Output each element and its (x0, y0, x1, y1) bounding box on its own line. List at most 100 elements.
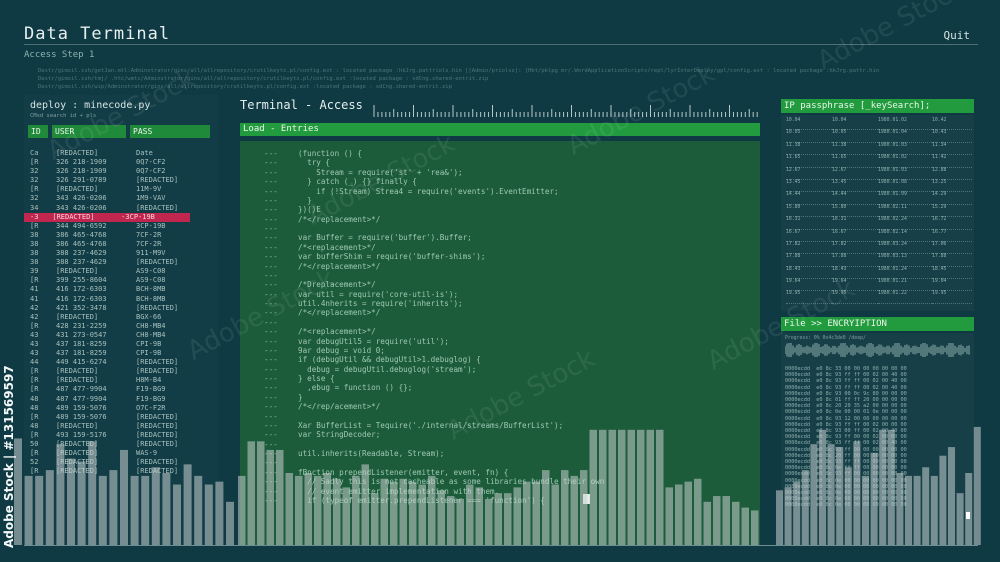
line-marker: --- (264, 252, 278, 262)
table-row[interactable]: [R 493 159-5176 [REDACTED] (30, 431, 218, 440)
code-line: --- 9ar debug = void 0; (264, 346, 604, 355)
table-row[interactable]: 38 386 465-4768 7CF-2R (30, 231, 218, 240)
table-row[interactable]: 38 388 237-4629 [REDACTED] (30, 258, 218, 267)
quit-button[interactable]: Quit (944, 29, 971, 42)
cell-user: 326 291-0789 (56, 176, 107, 185)
cell-user: 416 172-6303 (56, 285, 107, 294)
ip-cell: 17.06 (932, 242, 972, 255)
cell-id: 39 (30, 267, 39, 276)
table-row[interactable]: 52 [REDACTED] [REDACTED] (30, 458, 218, 467)
table-row[interactable]: 48 489 159-5076 O7C-F2R (30, 404, 218, 413)
line-marker: --- (264, 477, 278, 487)
cell-pass: BGX-66 (136, 312, 162, 321)
ip-cell: 17.82 (832, 242, 878, 255)
column-header-id[interactable]: ID (28, 125, 48, 138)
table-row[interactable]: [R [REDACTED] 11M-9V (30, 185, 218, 194)
cell-user: 399 255-8604 (56, 276, 107, 285)
table-row[interactable]: [R 399 255-8604 AS9-C08 (30, 276, 218, 285)
line-marker: --- (264, 392, 278, 402)
ip-cell: 16.67 (832, 230, 878, 242)
cell-user: 386 465-4768 (56, 230, 107, 239)
table-row[interactable]: [R 428 231-2259 CH8-MB4 (30, 322, 218, 331)
table-row[interactable]: -3 [REDACTED] -3CP-19B (24, 212, 190, 222)
cell-pass: Date (136, 149, 153, 157)
line-marker: --- (264, 495, 278, 505)
line-marker: --- (264, 261, 278, 271)
line-marker: --- (264, 374, 278, 383)
load-entries-bar[interactable]: Load - Entries (240, 123, 760, 136)
table-row[interactable]: 32 326 218-1909 0Q7-CF2 (30, 167, 218, 176)
waveform (785, 343, 970, 357)
line-marker: --- (264, 224, 278, 233)
hex-dump: 0000ecdd e0 8c 33 00 00 00 00 00 00 00 00… (785, 366, 973, 509)
code-line: --- /*<replacement>*/ (264, 327, 604, 336)
cell-id: 32 (30, 176, 39, 185)
bottom-divider (24, 545, 978, 546)
cell-id: 48 (30, 394, 39, 403)
code-line: --- fBnction prependListener(emitter, eve… (264, 468, 604, 477)
line-marker: --- (264, 430, 278, 440)
table-row[interactable]: 34 343 426-0206 [REDACTED] (30, 204, 218, 213)
table-row[interactable]: [R [REDACTED] H8M-B4 (30, 376, 218, 385)
line-marker: --- (264, 439, 278, 449)
table-row[interactable]: 48 487 477-9904 F19-BG9 (30, 395, 218, 404)
cell-user: 449 415-6274 (56, 358, 107, 367)
hex-line: 0000ecdd e0 8c 0e 00 00 00 00 00 00 00 (785, 502, 907, 509)
code-text: var StringDecoder; (298, 430, 381, 440)
table-row[interactable]: [R 487 477-9904 F19-BG9 (30, 385, 218, 394)
table-row[interactable]: 41 416 172-6303 BCH-8MB (30, 295, 218, 304)
table-row[interactable]: 50 [REDACTED] [REDACTED] (30, 440, 218, 449)
cell-user: 493 159-5176 (56, 430, 107, 439)
cell-id: [R (30, 430, 39, 439)
cell-user: [REDACTED] (56, 367, 99, 376)
code-text: Xar BufferList = Tequire('./internal/str… (298, 420, 564, 430)
ip-cell: 1980.02.24 (878, 217, 932, 230)
table-row[interactable]: 38 388 237-4629 911-M9V (30, 249, 218, 258)
ip-cell: 10.04 (832, 118, 878, 131)
line-marker: --- (264, 242, 278, 252)
table-row[interactable]: 32 326 291-0789 [REDACTED] (30, 176, 218, 185)
code-line: --- var Buffer = require('buffer').Buffer… (264, 233, 604, 242)
table-row[interactable]: [R [REDACTED] WAS-9 (30, 449, 218, 458)
line-marker: --- (264, 336, 278, 346)
table-row[interactable]: [R 344 494-6592 3CP-19B (30, 222, 218, 231)
cell-user: 343 426-0206 (56, 194, 107, 203)
ip-cell: 16.67 (786, 230, 832, 242)
cell-pass: 0Q7-CF2 (136, 158, 166, 167)
table-row[interactable]: 39 [REDACTED] AS9-C08 (30, 267, 218, 276)
cell-pass: 911-M9V (136, 249, 166, 258)
code-text: /*</replacement>*/ (298, 261, 381, 271)
line-marker: --- (264, 383, 278, 393)
code-line: --- (264, 412, 604, 421)
cell-id: 38 (30, 230, 39, 239)
table-row[interactable]: 44 449 415-6274 [REDACTED] (30, 358, 218, 367)
cell-pass: H8M-B4 (136, 376, 162, 385)
table-row[interactable]: 32 343 426-0206 1M9-VAV (30, 194, 218, 203)
column-header-pass[interactable]: PASS (130, 125, 210, 138)
cell-pass: 0Q7-CF2 (136, 167, 166, 176)
table-row[interactable]: [R [REDACTED] [REDACTED] (30, 367, 218, 376)
code-line: --- var bufferShim = require('buffer-shim… (264, 252, 604, 261)
table-row[interactable]: [R 489 159-5076 [REDACTED] (30, 413, 218, 422)
app-title: Data Terminal (24, 24, 171, 44)
table-row[interactable]: 48 [REDACTED] [REDACTED] (30, 422, 218, 431)
code-line: --- (264, 458, 604, 467)
cell-user: [REDACTED] (56, 185, 99, 194)
table-row[interactable]: [R [REDACTED] [REDACTED] (30, 467, 218, 476)
table-row[interactable]: 38 386 465-4768 7CF-2R (30, 240, 218, 249)
cell-pass: 11M-9V (136, 185, 162, 194)
code-text: util.inherits(Readable, Stream); (298, 449, 445, 458)
table-row[interactable]: 41 416 172-6303 BCH-8MB (30, 285, 218, 294)
ip-cell: 11.38 (786, 143, 832, 156)
line-marker: --- (264, 205, 278, 215)
cell-pass: [REDACTED] (136, 367, 179, 376)
table-row[interactable]: 42 [REDACTED] BGX-66 (30, 313, 218, 322)
ip-cell: 11.65 (786, 155, 832, 168)
ip-passphrase-header[interactable]: IP passphrase [_keySearch]; (781, 99, 974, 113)
cell-id: [R (30, 221, 39, 230)
code-text: } (298, 392, 303, 402)
table-row[interactable]: 42 421 352-3478 [REDACTED] (30, 304, 218, 313)
cell-id: [R (30, 376, 39, 385)
ip-cell: 14.44 (786, 192, 832, 205)
ip-cell: 17.82 (786, 242, 832, 255)
